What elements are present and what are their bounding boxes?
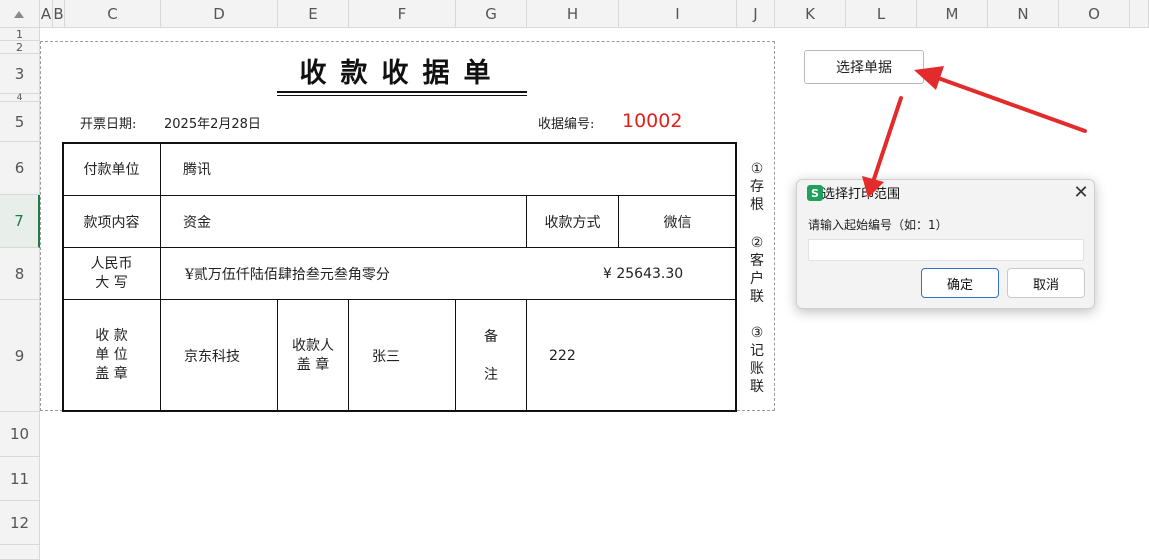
item-value[interactable]: 资金 — [183, 196, 483, 247]
print-range-dialog: S 选择打印范围 ✕ 请输入起始编号（如：1） 确定 取消 — [796, 179, 1095, 309]
column-header-g[interactable]: G — [456, 0, 527, 28]
column-header-a[interactable]: A — [40, 0, 53, 28]
title-underline — [277, 91, 527, 93]
select-receipt-button[interactable]: 选择单据 — [804, 50, 924, 84]
item-label[interactable]: 款项内容 — [63, 196, 160, 247]
amount-in-figures[interactable]: ¥ 25643.30 — [603, 248, 723, 299]
receipt-title[interactable]: 收款收据单 — [277, 54, 527, 94]
close-icon[interactable]: ✕ — [1069, 180, 1093, 204]
ok-button[interactable]: 确定 — [921, 268, 999, 298]
table-rule — [526, 300, 527, 411]
payer-value[interactable]: 腾讯 — [183, 143, 483, 195]
column-header-i[interactable]: I — [619, 0, 737, 28]
row-header-partial[interactable] — [0, 545, 40, 560]
receiver-label-line2: 盖 章 — [296, 356, 330, 373]
column-header-c[interactable]: C — [65, 0, 161, 28]
start-number-input[interactable] — [808, 239, 1084, 261]
row-header-1[interactable]: 1 — [0, 28, 40, 41]
row-header-4[interactable]: 4 — [0, 93, 40, 103]
rmb-label-line2: 大 写 — [95, 274, 128, 291]
rmb-label[interactable]: 人民币 大 写 — [63, 248, 160, 299]
receiver-label-line1: 收款人 — [292, 337, 334, 354]
rmb-label-line1: 人民币 — [90, 255, 133, 272]
payer-label[interactable]: 付款单位 — [63, 143, 160, 195]
copy-label-accounting[interactable]: ③记账联 — [745, 324, 769, 396]
remark-label-line1: 备 — [484, 328, 498, 345]
payee-label-line3: 盖 章 — [95, 366, 128, 382]
arrow-to-button — [914, 66, 1087, 133]
receipt-number-value[interactable]: 10002 — [622, 110, 682, 132]
receipt-number-label[interactable]: 收据编号: — [538, 113, 594, 132]
payee-label-line2: 单 位 — [95, 347, 128, 363]
row-header-10[interactable]: 10 — [0, 412, 40, 457]
select-all-icon — [14, 11, 24, 18]
row-header-5[interactable]: 5 — [0, 102, 40, 142]
app-icon: S — [807, 185, 823, 201]
column-header-k[interactable]: K — [775, 0, 846, 28]
dialog-prompt: 请输入起始编号（如：1） — [808, 218, 948, 232]
row-header-6[interactable]: 6 — [0, 142, 40, 195]
payment-method-value[interactable]: 微信 — [619, 196, 736, 247]
table-rule — [348, 300, 349, 411]
column-header-partial[interactable] — [1130, 0, 1149, 28]
row-header-12[interactable]: 12 — [0, 501, 40, 545]
receiver-label[interactable]: 收款人 盖 章 — [278, 300, 348, 411]
payee-unit-value[interactable]: 京东科技 — [184, 300, 277, 411]
column-header-l[interactable]: L — [846, 0, 917, 28]
payee-unit-label[interactable]: 收 款 单 位 盖 章 — [63, 300, 160, 411]
payment-method-label[interactable]: 收款方式 — [527, 196, 618, 247]
table-rule — [160, 143, 161, 411]
remark-label[interactable]: 备 注 — [456, 300, 526, 411]
column-header-b[interactable]: B — [53, 0, 65, 28]
column-header-h[interactable]: H — [527, 0, 619, 28]
column-header-j[interactable]: J — [737, 0, 775, 28]
row-header-11[interactable]: 11 — [0, 457, 40, 501]
row-header-2[interactable]: 2 — [0, 41, 40, 54]
amount-in-words[interactable]: ¥贰万伍仟陆佰肆拾叁元叁角零分 — [185, 248, 515, 299]
column-header-d[interactable]: D — [161, 0, 278, 28]
cancel-button[interactable]: 取消 — [1007, 268, 1085, 298]
date-value[interactable]: 2025年2月28日 — [164, 113, 261, 132]
copy-label-customer[interactable]: ②客户联 — [745, 234, 769, 306]
column-header-n[interactable]: N — [988, 0, 1059, 28]
column-header-f[interactable]: F — [349, 0, 456, 28]
row-header-7[interactable]: 7 — [0, 195, 40, 248]
receiver-value[interactable]: 张三 — [372, 300, 455, 411]
date-label[interactable]: 开票日期: — [80, 113, 136, 132]
dialog-title: 选择打印范围 — [822, 187, 901, 202]
remark-label-line2: 注 — [484, 366, 498, 383]
payee-label-line1: 收 款 — [95, 328, 128, 344]
column-header-e[interactable]: E — [278, 0, 349, 28]
copy-label-stub[interactable]: ①存根 — [745, 160, 769, 214]
column-header-m[interactable]: M — [917, 0, 988, 28]
title-underline-thin — [277, 95, 527, 96]
column-header-o[interactable]: O — [1059, 0, 1130, 28]
row-header-9[interactable]: 9 — [0, 300, 40, 412]
remark-value[interactable]: 222 — [549, 300, 729, 411]
row-header-8[interactable]: 8 — [0, 248, 40, 300]
row-header-3[interactable]: 3 — [0, 54, 40, 94]
